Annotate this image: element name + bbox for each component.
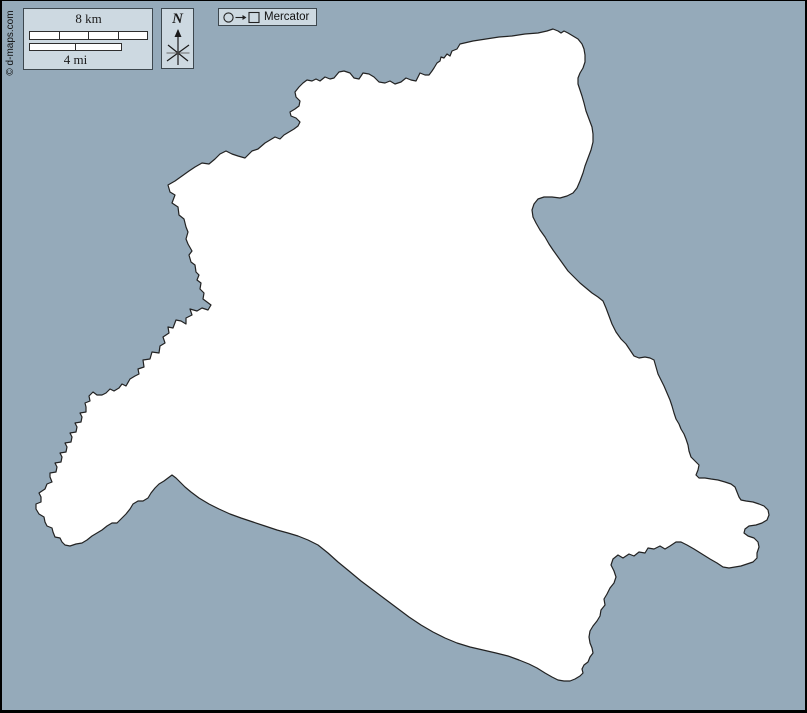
scale-mi-bar [29, 43, 122, 51]
scale-km-segment [89, 32, 119, 39]
scale-mi-segment [30, 44, 76, 50]
scale-bar-panel: 8 km 4 mi [23, 8, 153, 70]
scale-km-label: 8 km [29, 12, 148, 26]
compass-rose-icon [162, 9, 195, 67]
circle-to-square-icon [223, 11, 260, 24]
scale-mi-label: 4 mi [29, 53, 122, 67]
scale-km-bar [29, 31, 148, 40]
projection-panel: Mercator [218, 8, 317, 26]
scale-km-segment [119, 32, 148, 39]
dmaps-credit: © d-maps.com [5, 7, 17, 79]
region-shape [36, 29, 769, 681]
compass-panel: N [161, 8, 194, 69]
scale-km-segment [30, 32, 60, 39]
region-outline-svg [2, 1, 805, 710]
map-canvas: 8 km 4 mi N Mercator © d-maps.com [0, 0, 807, 713]
scale-km-segment [60, 32, 90, 39]
projection-label: Mercator [264, 11, 309, 23]
scale-mi-segment [76, 44, 121, 50]
